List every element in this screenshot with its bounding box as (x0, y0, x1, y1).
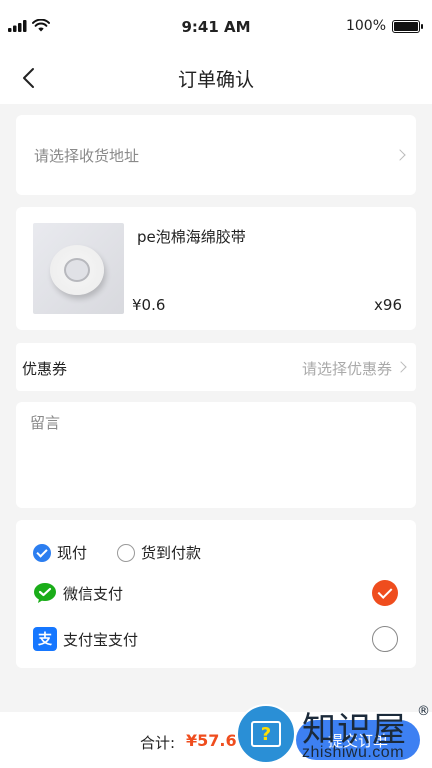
checked-circle-icon[interactable] (372, 580, 398, 606)
payment-card: 现付 货到付款 微信支付 支 支付宝支付 (16, 520, 416, 668)
payment-type-prepay[interactable]: 现付 (33, 542, 87, 563)
battery-percent: 100% (345, 18, 386, 34)
wechat-icon (33, 581, 57, 605)
payment-type-cod[interactable]: 货到付款 (117, 542, 201, 563)
payment-method-alipay[interactable]: 支 支付宝支付 (33, 621, 398, 657)
checkout-bar: 合计: ¥57.6 提交订单 (0, 712, 432, 768)
radio-checked-icon (33, 543, 51, 562)
chevron-right-icon (394, 149, 406, 161)
coupon-placeholder: 请选择优惠券 (301, 360, 392, 378)
status-bar: 9:41 AM 100% (0, 0, 432, 52)
coupon-label: 优惠券 (22, 360, 68, 378)
payment-type-group: 现付 货到付款 (33, 542, 201, 563)
product-name: pe泡棉海绵胶带 (137, 228, 246, 246)
chevron-right-icon (395, 361, 407, 373)
address-placeholder: 请选择收货地址 (34, 147, 140, 165)
payment-type-label: 货到付款 (141, 544, 202, 562)
product-card: pe泡棉海绵胶带 ¥0.6 x96 (16, 207, 416, 330)
payment-method-wechat[interactable]: 微信支付 (33, 575, 398, 611)
address-selector[interactable]: 请选择收货地址 (16, 115, 416, 195)
product-price: ¥0.6 (132, 296, 166, 314)
coupon-selector[interactable]: 优惠券 请选择优惠券 (16, 343, 416, 391)
nav-bar: 订单确认 (0, 52, 432, 104)
total-amount: ¥57.6 (186, 731, 237, 750)
battery-icon (392, 19, 423, 33)
product-image (33, 223, 124, 314)
payment-type-label: 现付 (57, 544, 88, 562)
message-input[interactable] (16, 402, 416, 508)
message-card (16, 402, 416, 508)
page-title: 订单确认 (177, 69, 254, 91)
product-quantity: x96 (374, 296, 402, 314)
payment-method-label: 支付宝支付 (63, 630, 139, 649)
radio-unchecked-icon (117, 543, 136, 562)
submit-order-button[interactable]: 提交订单 (296, 720, 420, 760)
alipay-icon: 支 (33, 627, 57, 651)
payment-method-label: 微信支付 (63, 584, 124, 603)
unchecked-circle-icon[interactable] (372, 626, 398, 652)
total-label: 合计: (140, 734, 176, 752)
